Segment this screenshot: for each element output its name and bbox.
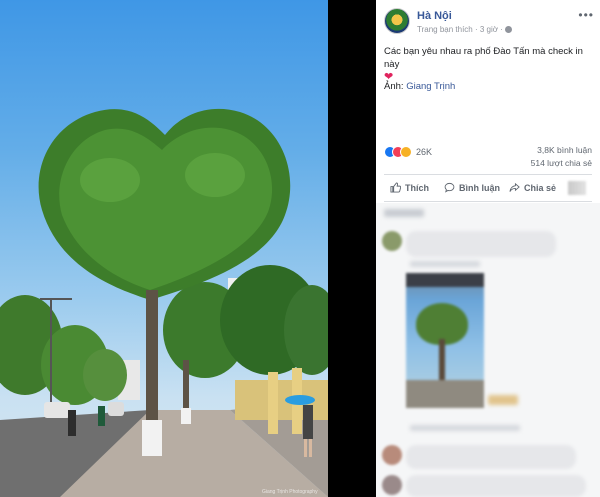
blurred-comment-image[interactable] (406, 273, 484, 408)
globe-icon (504, 26, 512, 33)
tree-trunk (183, 360, 189, 410)
comment-label: Bình luận (459, 183, 500, 193)
post-panel: Hà Nội Trang bạn thích · 3 giờ · ••• Các… (376, 0, 600, 497)
commenter-avatar[interactable] (382, 445, 402, 465)
engagement-stats: 3,8K bình luận 514 lượt chia sẻ (531, 144, 592, 170)
comments-section (376, 203, 600, 497)
post-meta: Trang bạn thích · 3 giờ · (417, 25, 512, 34)
like-label: Thích (405, 183, 429, 193)
post-action-bar: Thích Bình luận Chia sẻ (384, 179, 592, 199)
blurred-comment-sort[interactable] (384, 209, 424, 217)
share-icon (509, 182, 520, 192)
comments-count-link[interactable]: 3,8K bình luận (531, 144, 592, 157)
share-button[interactable]: Chia sẻ (509, 182, 556, 193)
street-lamp (50, 300, 52, 410)
post-meta-text: Trang bạn thích · 3 giờ · (417, 25, 503, 34)
page-name-link[interactable]: Hà Nội (417, 10, 452, 22)
blurred-audience-selector[interactable] (568, 181, 586, 195)
white-car (108, 402, 124, 416)
pedestrian-leg (304, 439, 307, 457)
thumbs-up-icon (390, 182, 401, 193)
pedestrian-leg (309, 439, 312, 457)
photo-watermark: Giang Trịnh Photography (262, 489, 318, 495)
divider (384, 174, 592, 175)
blurred-comment-bubble (406, 475, 586, 497)
gate-pillar (268, 372, 278, 434)
pedestrian (303, 405, 313, 439)
white-car (44, 402, 70, 418)
post-header: Hà Nội Trang bạn thích · 3 giờ · ••• (384, 8, 596, 38)
shares-count-link[interactable]: 514 lượt chia sẻ (531, 157, 592, 170)
umbrella (285, 395, 315, 405)
street-lamp-arm (40, 298, 72, 300)
reaction-summary[interactable]: 26K (384, 143, 433, 158)
post-photo[interactable]: Giang Trịnh Photography (0, 0, 328, 497)
page-avatar[interactable] (384, 8, 410, 34)
like-button[interactable]: Thích (390, 182, 429, 193)
reaction-count: 26K (416, 146, 433, 157)
blurred-comment-actions[interactable] (410, 425, 520, 431)
blurred-comment-bubble (406, 231, 556, 257)
caption-text: Các bạn yêu nhau ra phố Đào Tấn mà check… (384, 46, 583, 70)
photo-credit-line: Ảnh: Giang Trịnh (384, 81, 455, 92)
comment-button[interactable]: Bình luận (444, 182, 500, 193)
commenter-avatar[interactable] (382, 231, 402, 251)
motorbike (98, 406, 105, 426)
photographer-link[interactable]: Giang Trịnh (406, 81, 455, 92)
motorbike (68, 410, 76, 436)
blurred-reactions (488, 395, 518, 405)
post-caption: Các bạn yêu nhau ra phố Đào Tấn mà check… (384, 45, 596, 84)
commenter-avatar[interactable] (382, 475, 402, 495)
blurred-comment-bubble (406, 445, 576, 469)
tree-trunk-paint (181, 408, 191, 424)
comment-icon (444, 182, 455, 193)
blurred-comment-actions[interactable] (410, 261, 480, 267)
street-tree-scene (0, 108, 328, 497)
credit-prefix: Ảnh: (384, 81, 407, 92)
roadside-tree (83, 349, 127, 401)
more-options-button[interactable]: ••• (578, 8, 594, 22)
divider (384, 201, 592, 202)
viewer-gutter (328, 0, 376, 497)
haha-reaction-icon (400, 145, 412, 158)
share-label: Chia sẻ (524, 183, 557, 193)
